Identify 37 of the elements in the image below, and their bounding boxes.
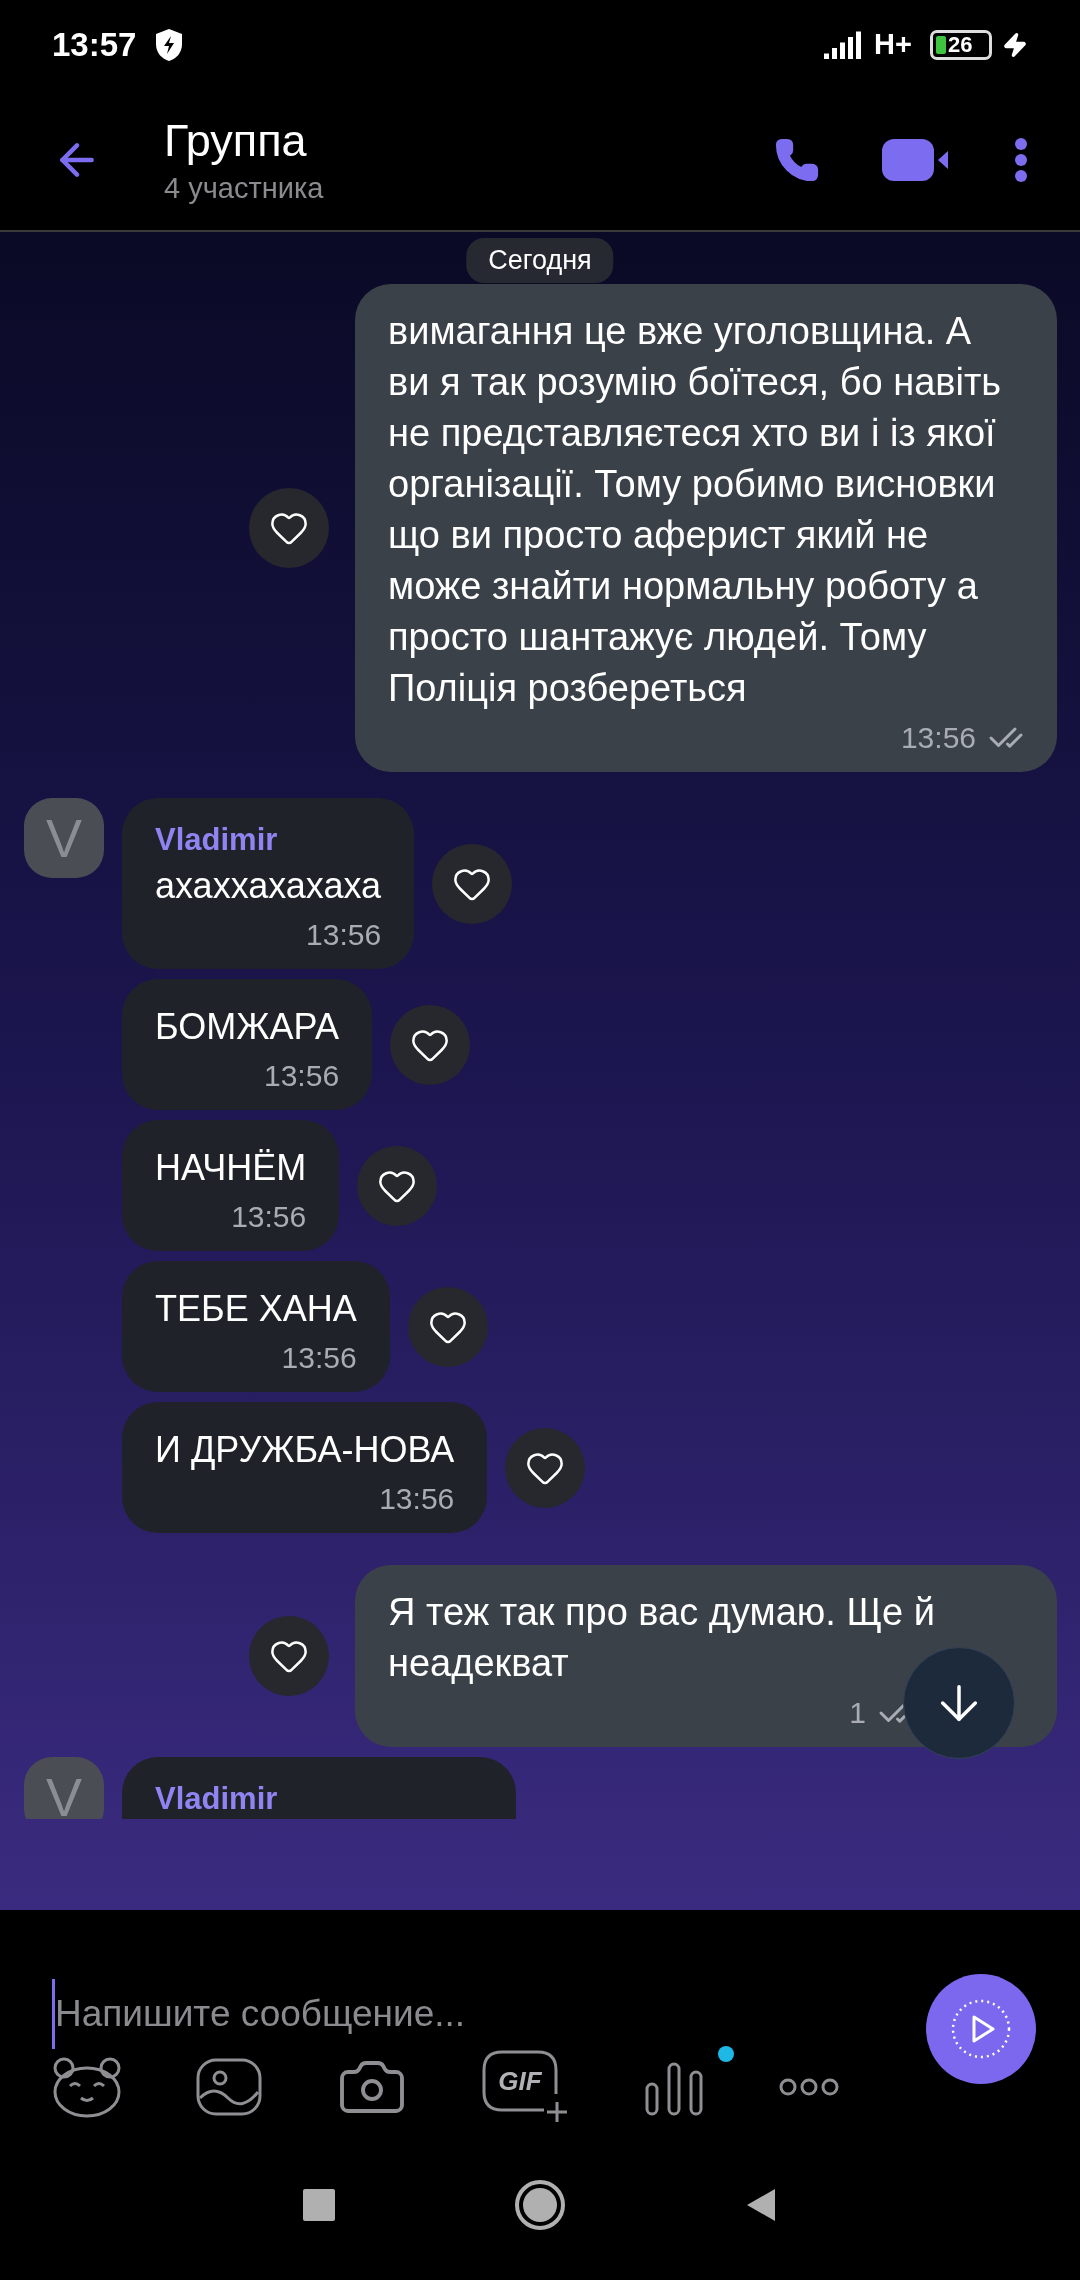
more-options-button[interactable] (1014, 137, 1028, 183)
network-type: H+ (874, 27, 912, 63)
battery-level-fill (936, 36, 946, 54)
message-text: И ДРУЖБА-НОВА (155, 1428, 455, 1472)
sender-name: Vladimir (155, 821, 279, 859)
date-chip: Сегодня (466, 238, 614, 283)
message-time: 13:56 (306, 917, 382, 953)
image-icon[interactable] (196, 2058, 262, 2116)
play-icon (949, 1997, 1013, 2061)
message-time: 13:56 (231, 1199, 307, 1235)
message-text: Я теж так про вас думаю. Ще й неадекват (388, 1590, 936, 1686)
message-time: 13:56 (379, 1481, 455, 1517)
message-text: НАЧНЁМ (155, 1146, 307, 1190)
sender-name: Vladimir (155, 1780, 279, 1818)
chat-title[interactable]: Группа (164, 113, 324, 169)
call-button[interactable] (774, 137, 820, 183)
message-text: БОМЖАРА (155, 1005, 340, 1049)
charging-icon (1002, 32, 1028, 58)
gif-button[interactable]: GIF (482, 2050, 570, 2124)
message-time: 13:56 (281, 1340, 357, 1376)
back-triangle-icon[interactable] (745, 2187, 777, 2223)
shield-icon (154, 28, 185, 62)
clock-time: 13:57 (52, 25, 137, 66)
frame-plus-icon (482, 2050, 570, 2124)
battery-percent: 26 (948, 34, 973, 56)
participants-count: 4 участника (164, 171, 324, 206)
message-text: вимагання це вже уголовщина. А ви я так розумію боїтеся, бо навіть не представляєтеся хто ви і із якої організації. Тому робимо висновки що ви просто аферист який не може знайти нормальну роботу а просто шантажує людей. Тому Поліція розбереться (388, 309, 1003, 711)
home-button[interactable] (515, 2180, 565, 2230)
message-time: 13:56 (264, 1058, 340, 1094)
bear-sticker-icon[interactable] (52, 2056, 122, 2118)
message-text: ахаххахахаха (155, 864, 382, 908)
message-time: 1 (849, 1695, 866, 1731)
more-icon[interactable] (778, 2076, 840, 2098)
phone-icon (774, 137, 820, 183)
message-time: 13:56 (900, 720, 976, 756)
menu-icon (1014, 137, 1028, 183)
message-text: ТЕБЕ ХАНА (155, 1287, 357, 1331)
